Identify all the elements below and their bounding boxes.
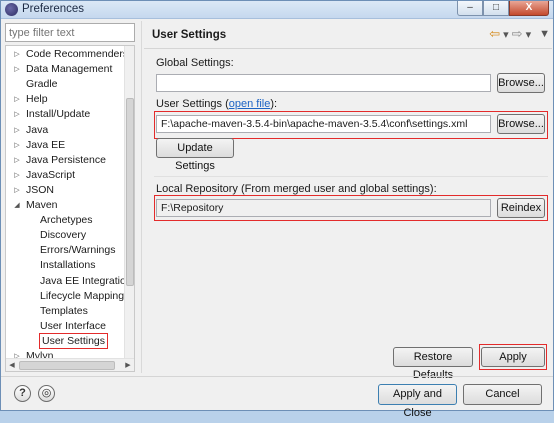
tree-item-label: JSON <box>26 183 55 196</box>
tree-vertical-scroll-thumb[interactable] <box>126 98 134 286</box>
tree-item-label: User Interface <box>40 319 106 332</box>
forward-menu-icon[interactable]: ▾ <box>526 28 532 41</box>
collapsed-arrow-icon[interactable]: ▷ <box>13 123 21 138</box>
user-settings-field[interactable]: F:\apache-maven-3.5.4-bin\apache-maven-3… <box>156 115 491 133</box>
tree-item[interactable]: ▷ JSON <box>14 183 55 198</box>
user-settings-browse-button[interactable]: Browse... <box>497 114 545 134</box>
expanded-arrow-icon[interactable]: ◢ <box>13 198 21 213</box>
title-bar: Preferences – □ X <box>1 1 553 19</box>
maximize-button[interactable]: □ <box>483 1 509 16</box>
scroll-left-icon[interactable]: ◀ <box>6 359 18 371</box>
tree-item-label: User Settings <box>38 332 109 349</box>
eclipse-icon <box>5 3 18 16</box>
global-settings-field[interactable] <box>156 74 491 92</box>
collapsed-arrow-icon[interactable]: ▷ <box>13 107 21 122</box>
tree-item-label: Errors/Warnings <box>40 244 116 257</box>
tree-item[interactable]: ▷ JavaScript <box>14 168 76 183</box>
page-title: User Settings <box>152 29 227 41</box>
panel-divider[interactable] <box>141 21 142 373</box>
collapsed-arrow-icon[interactable]: ▷ <box>13 62 21 77</box>
tree-item[interactable]: Errors/Warnings <box>40 243 115 258</box>
tree-item[interactable]: Discovery <box>40 228 86 243</box>
tree-item-label: Gradle <box>26 78 58 91</box>
import-export-icon[interactable]: ◎ <box>38 385 55 402</box>
cancel-button[interactable]: Cancel <box>463 384 542 405</box>
tree-item[interactable]: User Settings <box>38 332 109 349</box>
update-settings-button[interactable]: Update Settings <box>156 138 234 172</box>
tree-item-label: Java Persistence <box>26 153 106 166</box>
global-settings-label: Global Settings: <box>156 57 234 69</box>
local-repository-field[interactable]: F:\Repository <box>156 199 491 217</box>
tree-item[interactable]: ▷ Java Persistence <box>14 153 106 168</box>
global-settings-browse-button[interactable]: Browse... <box>497 73 545 93</box>
tree-item[interactable]: Lifecycle Mapping <box>40 289 124 304</box>
collapsed-arrow-icon[interactable]: ▷ <box>13 168 21 183</box>
filter-input[interactable] <box>5 23 135 42</box>
forward-arrow-icon[interactable]: ⇨ <box>512 26 523 42</box>
tree-item-label: JavaScript <box>26 168 76 181</box>
tree-item-label: Archetypes <box>40 214 93 227</box>
tree-item-label: Data Management <box>26 63 113 76</box>
restore-defaults-button[interactable]: Restore Defaults <box>393 347 473 381</box>
preferences-navigation: ▷ Code Recommenders ▷ Data Management Gradle… <box>5 23 135 372</box>
tree-horizontal-scrollbar[interactable]: ◀ ▶ <box>6 358 134 371</box>
tree-item-label: Templates <box>40 304 88 317</box>
page-navigation: ⇦ ▾ ⇨ ▾ ▼ <box>486 25 552 43</box>
tree-item[interactable]: Installations <box>40 258 95 273</box>
reindex-button[interactable]: Reindex <box>497 198 545 218</box>
tree-item-label: Install/Update <box>26 108 91 121</box>
collapsed-arrow-icon[interactable]: ▷ <box>13 47 21 62</box>
title-separator <box>144 48 552 49</box>
apply-button[interactable]: Apply <box>481 347 545 367</box>
tree-item[interactable]: ▷ Code Recommenders <box>14 47 129 62</box>
tree-item-label: Installations <box>40 259 96 272</box>
tree-item[interactable]: ▷ Install/Update <box>14 107 91 122</box>
tree-item[interactable]: ◢ Maven <box>14 198 58 213</box>
tree-item[interactable]: Java EE Integration <box>40 274 132 289</box>
tree-item[interactable]: ▷ Data Management <box>14 62 113 77</box>
view-menu-icon[interactable]: ▼ <box>539 28 550 40</box>
scroll-right-icon[interactable]: ▶ <box>122 359 134 371</box>
tree-item-label: Lifecycle Mapping <box>40 289 125 302</box>
tree-item[interactable]: ▷ Java EE <box>14 138 66 153</box>
tree-vertical-scrollbar[interactable] <box>124 46 134 358</box>
tree-item[interactable]: Archetypes <box>40 213 93 228</box>
tree-item-label: Java <box>26 123 49 136</box>
footer-separator <box>1 376 553 377</box>
collapsed-arrow-icon[interactable]: ▷ <box>13 92 21 107</box>
tree-item-label: Java EE <box>26 138 66 151</box>
help-icon[interactable]: ? <box>14 385 31 402</box>
user-settings-label-suffix: ): <box>270 98 278 110</box>
user-settings-label: User Settings (open file): <box>156 98 277 110</box>
tree-item-label: Maven <box>26 199 58 211</box>
apply-and-close-button[interactable]: Apply and Close <box>378 384 457 419</box>
tree-item-label: Code Recommenders <box>26 48 129 60</box>
tree-item[interactable]: ▷ Java <box>14 123 49 138</box>
tree-item[interactable]: ▷ Help <box>14 92 48 107</box>
window-title: Preferences <box>22 3 85 15</box>
open-file-link[interactable]: open file <box>229 98 271 110</box>
collapsed-arrow-icon[interactable]: ▷ <box>13 153 21 168</box>
tree-item[interactable]: Templates <box>40 304 88 319</box>
back-arrow-icon[interactable]: ⇦ <box>489 26 500 42</box>
local-repository-label: Local Repository (From merged user and g… <box>156 183 437 195</box>
tree-item[interactable]: Gradle <box>26 77 58 92</box>
collapsed-arrow-icon[interactable]: ▷ <box>13 183 21 198</box>
tree-item[interactable]: User Interface <box>40 319 106 334</box>
user-settings-label-prefix: User Settings ( <box>156 98 229 110</box>
close-button[interactable]: X <box>509 1 549 16</box>
preferences-tree: ▷ Code Recommenders ▷ Data Management Gradle… <box>5 45 135 372</box>
back-menu-icon[interactable]: ▾ <box>503 28 509 41</box>
user-settings-page: User Settings ⇦ ▾ ⇨ ▾ ▼ Global Settings:… <box>144 21 552 381</box>
tree-horizontal-scroll-thumb[interactable] <box>19 361 115 370</box>
tree-item-label: Discovery <box>40 229 87 242</box>
window-controls: – □ X <box>457 1 549 17</box>
preferences-window: Preferences – □ X ▷ Code Recommenders ▷ Dat… <box>0 0 554 419</box>
section-separator <box>154 176 548 177</box>
tree-item-label: Java EE Integration <box>40 274 132 287</box>
minimize-button[interactable]: – <box>457 1 483 16</box>
collapsed-arrow-icon[interactable]: ▷ <box>13 138 21 153</box>
tree-item-label: Help <box>26 93 48 106</box>
